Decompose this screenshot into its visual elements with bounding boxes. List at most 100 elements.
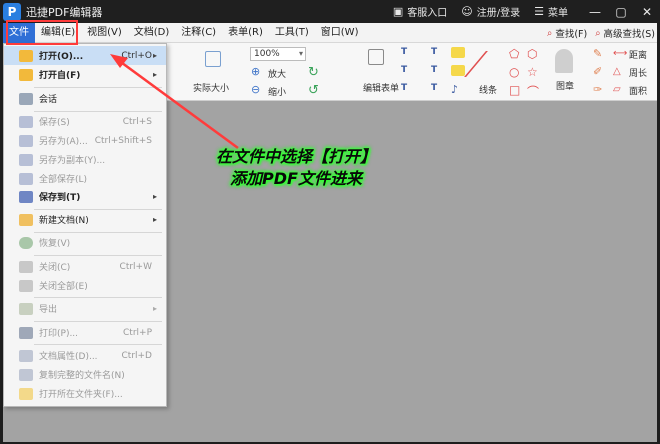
star-icon[interactable]: ☆ — [527, 65, 538, 79]
perimeter-icon[interactable]: △ — [613, 66, 621, 77]
chevron-right-icon: ▸ — [152, 70, 157, 79]
edit-form-label[interactable]: 编辑表单 — [363, 81, 399, 94]
close-doc-icon — [19, 260, 33, 273]
actual-size-label[interactable]: 实际大小 — [193, 81, 229, 94]
main-menu-button[interactable]: ☰ 菜单 — [534, 4, 568, 19]
rotate-back-icon[interactable]: ↺ — [308, 83, 319, 98]
file-menu-close-all[interactable]: 关闭全部(E) — [4, 276, 166, 295]
minimize-button[interactable]: — — [582, 5, 608, 19]
rotate-icon[interactable]: ↻ — [308, 65, 319, 80]
distance-icon[interactable]: ⟷ — [613, 48, 627, 59]
callout-icon[interactable] — [451, 65, 465, 76]
text-box-icon[interactable]: T — [401, 65, 407, 75]
strikeout-icon[interactable]: T — [431, 65, 437, 75]
find-button[interactable]: ⌕ 查找(F) — [547, 26, 587, 41]
chevron-right-icon: ▸ — [152, 51, 157, 60]
rectangle-icon[interactable]: □ — [509, 83, 520, 97]
file-menu-print[interactable]: 打印(P)... Ctrl+P — [4, 323, 166, 342]
underline-icon[interactable]: T — [431, 47, 437, 57]
search-icon: ⌕ — [547, 27, 553, 39]
menu-document[interactable]: 文档(D) — [128, 23, 176, 43]
save-copy-label: 另存为副本(Y)... — [39, 156, 106, 166]
highlight-icon[interactable]: T — [431, 83, 437, 93]
callout-line-1: 在文件中选择【打开】 — [215, 147, 376, 166]
zoom-in-icon[interactable]: ⊕ — [251, 65, 260, 78]
stamp-icon[interactable] — [555, 49, 573, 73]
sound-icon[interactable]: ♪ — [451, 83, 458, 96]
stamp-label[interactable]: 图章 — [556, 79, 574, 92]
file-menu-save[interactable]: 保存(S) Ctrl+S — [4, 112, 166, 131]
line-icon[interactable] — [464, 51, 512, 77]
zoom-select[interactable]: 100% — [250, 47, 306, 61]
maximize-button[interactable]: ▢ — [608, 5, 634, 19]
file-menu-restore[interactable]: 恢复(V) — [4, 233, 166, 252]
file-menu-save-as[interactable]: 另存为(A)... Ctrl+Shift+S — [4, 131, 166, 150]
note-icon[interactable] — [451, 47, 465, 58]
save-as-shortcut: Ctrl+Shift+S — [94, 135, 152, 146]
file-menu-close[interactable]: 关闭(C) Ctrl+W — [4, 257, 166, 276]
zoom-out-icon[interactable]: ⊖ — [251, 83, 260, 96]
menu-icon: ☰ — [534, 5, 544, 18]
user-icon: ☺ — [461, 5, 473, 18]
zoom-out-label[interactable]: 缩小 — [268, 85, 286, 98]
save-to-icon — [19, 190, 33, 203]
title-bar-actions: ▣ 客服入口 ☺ 注册/登录 ☰ 菜单 — ▢ ✕ — [393, 0, 660, 23]
save-label: 保存(S) — [39, 118, 70, 128]
login-label: 注册/登录 — [476, 8, 521, 19]
folder-open-icon — [19, 49, 33, 62]
file-menu-new-document[interactable]: 新建文档(N) ▸ — [4, 210, 166, 229]
advanced-find-button[interactable]: ⌕ 高级查找(S) — [595, 26, 655, 41]
eraser-icon[interactable]: ✐ — [593, 65, 602, 78]
file-menu-save-copy[interactable]: 另存为副本(Y)... — [4, 150, 166, 169]
polygon-icon[interactable]: ⬠ — [509, 47, 519, 61]
file-menu-open-folder[interactable]: 打开所在文件夹(F)... — [4, 384, 166, 403]
close-window-button[interactable]: ✕ — [634, 5, 660, 19]
open-from-label: 打开自(F) — [39, 71, 81, 81]
save-as-icon — [19, 134, 33, 147]
actual-size-icon[interactable] — [205, 51, 221, 67]
file-menu-open-from[interactable]: 打开自(F) ▸ — [4, 65, 166, 84]
copy-filename-icon — [19, 368, 33, 381]
menu-window[interactable]: 窗口(W) — [315, 23, 365, 43]
line-label[interactable]: 线条 — [479, 83, 497, 96]
pencil-icon[interactable]: ✎ — [593, 47, 602, 60]
file-menu-save-to[interactable]: 保存到(T) ▸ — [4, 187, 166, 206]
customer-service-button[interactable]: ▣ 客服入口 — [393, 4, 447, 19]
chevron-right-icon: ▸ — [152, 304, 157, 313]
cloud-icon[interactable]: ⬡ — [527, 47, 537, 61]
edit-form-icon[interactable] — [368, 49, 384, 65]
login-button[interactable]: ☺ 注册/登录 — [461, 4, 520, 19]
highlight-box — [6, 20, 78, 45]
save-shortcut: Ctrl+S — [122, 116, 152, 127]
distance-label[interactable]: 距离 — [629, 48, 647, 61]
file-menu-copy-filename[interactable]: 复制完整的文件名(N) — [4, 365, 166, 384]
file-menu-export[interactable]: 导出 ▸ — [4, 299, 166, 318]
ellipse-icon[interactable]: ○ — [509, 65, 519, 79]
file-menu-session[interactable]: 会话 — [4, 89, 166, 108]
perimeter-label[interactable]: 周长 — [629, 66, 647, 79]
menu-form[interactable]: 表单(R) — [222, 23, 269, 43]
close-label: 关闭(C) — [39, 263, 71, 273]
copy-filename-label: 复制完整的文件名(N) — [39, 371, 125, 381]
brush-icon[interactable]: ✑ — [593, 83, 602, 96]
print-shortcut: Ctrl+P — [123, 327, 152, 338]
file-menu-save-all[interactable]: 全部保存(L) — [4, 169, 166, 188]
chevron-right-icon: ▸ — [152, 215, 157, 224]
session-label: 会话 — [39, 95, 58, 105]
file-menu-open[interactable]: 打开(O)... Ctrl+O ▸ — [4, 46, 166, 65]
new-document-label: 新建文档(N) — [39, 216, 89, 226]
text-field-icon[interactable]: T — [401, 83, 407, 93]
file-menu-properties[interactable]: 文档属性(D)... Ctrl+D — [4, 346, 166, 365]
menu-comment[interactable]: 注释(C) — [175, 23, 222, 43]
text-tool-icon[interactable]: T — [401, 47, 407, 57]
area-label[interactable]: 面积 — [629, 84, 647, 97]
print-label: 打印(P)... — [39, 329, 79, 339]
chat-icon: ▣ — [392, 5, 404, 18]
zoom-in-label[interactable]: 放大 — [268, 67, 286, 80]
menu-separator — [34, 344, 162, 345]
menu-view[interactable]: 视图(V) — [81, 23, 128, 43]
menu-tools[interactable]: 工具(T) — [269, 23, 315, 43]
polyline-icon[interactable]: ⌒ — [527, 83, 539, 100]
menu-bar-right: ⌕ 查找(F) ⌕ 高级查找(S) — [539, 23, 655, 43]
area-icon[interactable]: ▱ — [613, 84, 621, 95]
